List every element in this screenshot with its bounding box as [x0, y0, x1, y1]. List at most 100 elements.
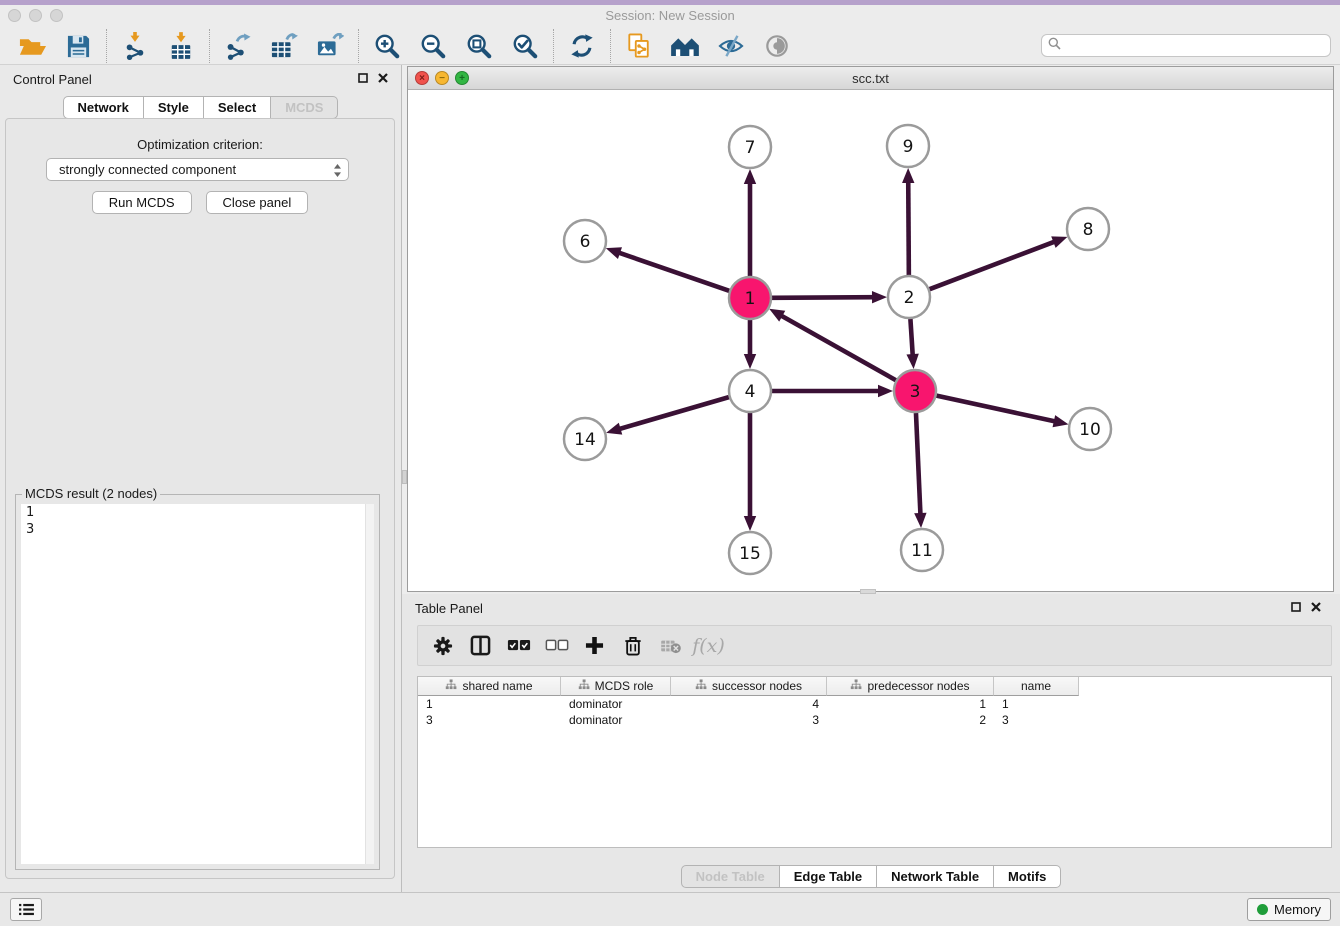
zoom-out-icon[interactable]	[417, 30, 449, 62]
result-item[interactable]: 3	[21, 521, 374, 538]
graph-node-6[interactable]: 6	[564, 220, 606, 262]
graph-node-3[interactable]: 3	[894, 370, 936, 412]
column-header-mcds-role[interactable]: MCDS role	[561, 677, 671, 696]
tab-network-table[interactable]: Network Table	[877, 865, 994, 888]
export-image-icon[interactable]	[314, 30, 346, 62]
table-cell[interactable]: 1	[418, 696, 561, 712]
first-neighbors-icon[interactable]	[669, 30, 701, 62]
column-header-shared-name[interactable]: shared name	[418, 677, 561, 696]
select-stepper-icon	[333, 163, 342, 181]
graphics-detail-icon[interactable]	[761, 30, 793, 62]
tab-network[interactable]: Network	[63, 96, 144, 119]
float-table-panel-icon[interactable]	[1290, 601, 1302, 613]
open-file-icon[interactable]	[16, 30, 48, 62]
graph-node-4[interactable]: 4	[729, 370, 771, 412]
graph-node-7[interactable]: 7	[729, 126, 771, 168]
table-row[interactable]: 3dominator323	[418, 712, 1331, 728]
table-cell[interactable]: 3	[994, 712, 1079, 728]
titlebar: Session: New Session	[0, 5, 1340, 28]
toggle-columns-icon[interactable]	[466, 631, 495, 661]
close-table-panel-icon[interactable]	[1310, 601, 1322, 613]
tab-style[interactable]: Style	[144, 96, 204, 119]
window-title: Session: New Session	[0, 8, 1340, 23]
tab-edge-table[interactable]: Edge Table	[780, 865, 877, 888]
search-field[interactable]	[1041, 34, 1331, 57]
zoom-fit-icon[interactable]	[463, 30, 495, 62]
table-row[interactable]: 1dominator411	[418, 696, 1331, 712]
run-mcds-button[interactable]: Run MCDS	[92, 191, 192, 214]
deselect-all-icon[interactable]	[542, 631, 571, 661]
export-table-icon[interactable]	[268, 30, 300, 62]
select-all-icon[interactable]	[504, 631, 533, 661]
hide-panel-icon[interactable]	[715, 30, 747, 62]
edge-4-3[interactable]	[772, 385, 893, 397]
task-history-button[interactable]	[10, 898, 42, 921]
edge-2-9[interactable]	[902, 168, 914, 275]
tab-mcds[interactable]: MCDS	[271, 96, 338, 119]
network-window-titlebar[interactable]: × − + scc.txt	[408, 67, 1333, 90]
graph-node-11[interactable]: 11	[901, 529, 943, 571]
graph-node-9[interactable]: 9	[887, 125, 929, 167]
zoom-selected-icon[interactable]	[509, 30, 541, 62]
table-cell[interactable]: dominator	[561, 712, 671, 728]
mcds-result-list[interactable]: 13	[21, 504, 374, 864]
svg-text:7: 7	[745, 138, 756, 158]
edge-2-8[interactable]	[930, 236, 1068, 289]
delete-column-icon[interactable]	[618, 631, 647, 661]
tab-motifs[interactable]: Motifs	[994, 865, 1061, 888]
duplicate-network-icon[interactable]	[623, 30, 655, 62]
settings-gear-icon[interactable]	[428, 631, 457, 661]
table-cell[interactable]: 3	[671, 712, 827, 728]
edge-1-4[interactable]	[744, 320, 756, 369]
table-cell[interactable]: 3	[418, 712, 561, 728]
column-header-name[interactable]: name	[994, 677, 1079, 696]
import-network-icon[interactable]	[119, 30, 151, 62]
tab-node-table[interactable]: Node Table	[681, 865, 780, 888]
graph-node-14[interactable]: 14	[564, 418, 606, 460]
close-panel-button[interactable]: Close panel	[206, 191, 309, 214]
result-item[interactable]: 1	[21, 504, 374, 521]
search-input[interactable]	[1065, 39, 1324, 53]
zoom-in-icon[interactable]	[371, 30, 403, 62]
table-cell[interactable]: 2	[827, 712, 994, 728]
memory-label: Memory	[1274, 902, 1321, 917]
graph-node-10[interactable]: 10	[1069, 408, 1111, 450]
table-cell[interactable]: dominator	[561, 696, 671, 712]
export-network-icon[interactable]	[222, 30, 254, 62]
graph-node-15[interactable]: 15	[729, 532, 771, 574]
edge-4-15[interactable]	[744, 413, 756, 531]
network-canvas[interactable]: 1 2 3 4 6 7 8 9 10 11 14 15	[408, 90, 1333, 591]
graph-node-2[interactable]: 2	[888, 276, 930, 318]
add-column-icon[interactable]	[580, 631, 609, 661]
edge-3-1[interactable]	[769, 309, 896, 380]
apply-layout-icon[interactable]	[566, 30, 598, 62]
column-header-successor-nodes[interactable]: successor nodes	[671, 677, 827, 696]
criterion-select[interactable]: strongly connected component	[46, 158, 349, 181]
table-cell[interactable]: 1	[994, 696, 1079, 712]
memory-status-icon	[1257, 904, 1268, 915]
table-cell[interactable]: 1	[827, 696, 994, 712]
graph-node-8[interactable]: 8	[1067, 208, 1109, 250]
edge-1-2[interactable]	[772, 291, 887, 303]
result-scrollbar[interactable]	[365, 504, 374, 864]
import-table-icon[interactable]	[165, 30, 197, 62]
svg-text:8: 8	[1083, 220, 1094, 240]
tab-select[interactable]: Select	[204, 96, 271, 119]
table-panel-title: Table Panel	[415, 601, 483, 616]
edge-1-7[interactable]	[744, 169, 756, 276]
edge-2-3[interactable]	[906, 319, 918, 369]
edge-3-10[interactable]	[936, 396, 1068, 428]
edge-3-11[interactable]	[914, 413, 926, 528]
edge-1-6[interactable]	[606, 247, 729, 291]
memory-button[interactable]: Memory	[1247, 898, 1331, 921]
close-panel-icon[interactable]	[377, 72, 389, 84]
edge-4-14[interactable]	[606, 397, 729, 434]
float-panel-icon[interactable]	[357, 72, 369, 84]
column-header-predecessor-nodes[interactable]: predecessor nodes	[827, 677, 994, 696]
network-window-title: scc.txt	[408, 71, 1333, 86]
graph-node-1[interactable]: 1	[729, 277, 771, 319]
save-session-icon[interactable]	[62, 30, 94, 62]
delete-table-icon	[656, 631, 685, 661]
table-cell[interactable]: 4	[671, 696, 827, 712]
optimization-criterion-label: Optimization criterion:	[6, 137, 394, 152]
